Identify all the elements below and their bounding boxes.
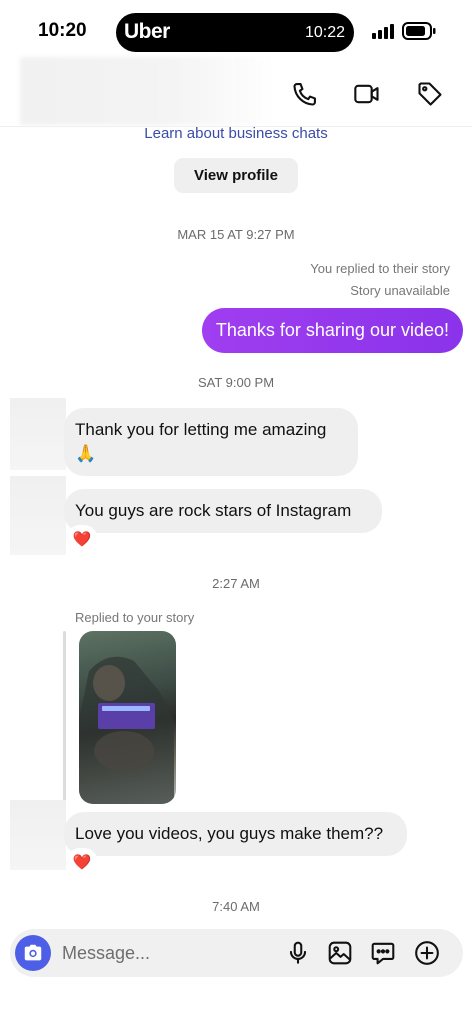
avatar[interactable]	[10, 398, 66, 470]
incoming-message-text: Thank you for letting me amazing	[75, 420, 327, 439]
tag-icon	[418, 82, 442, 106]
story-reply-indicator	[63, 631, 66, 806]
incoming-message[interactable]: Love you videos, you guys make them??	[64, 812, 407, 856]
camera-icon	[24, 944, 42, 961]
microphone-icon	[289, 941, 307, 964]
outgoing-message[interactable]: Thanks for sharing our video!	[201, 308, 463, 353]
gallery-button[interactable]	[326, 939, 354, 967]
label-button[interactable]	[415, 79, 445, 109]
heart-reaction[interactable]: ❤️	[68, 527, 96, 551]
incoming-message-text: You guys are rock stars of Instagram	[75, 501, 352, 520]
replied-to-story-note: Replied to your story	[75, 610, 195, 625]
voice-message-button[interactable]	[284, 939, 312, 967]
island-brand-logo: Uber	[124, 20, 170, 43]
heart-icon: ❤️	[72, 531, 92, 548]
timestamp: 7:40 AM	[212, 899, 260, 914]
timestamp: 2:27 AM	[212, 576, 260, 591]
video-call-button[interactable]	[352, 79, 382, 109]
story-unavailable-note: Story unavailable	[350, 283, 450, 298]
island-time: 10:22	[304, 24, 345, 41]
status-bar: 10:20 Uber 10:22	[0, 0, 472, 60]
incoming-message[interactable]: Thank you for letting me amazing 🙏	[64, 408, 358, 476]
incoming-message-text: Love you videos, you guys make them??	[75, 824, 384, 843]
story-caption-highlight	[102, 706, 150, 711]
sticker-icon	[371, 942, 395, 965]
status-time: 10:20	[38, 20, 87, 41]
sticker-button[interactable]	[369, 939, 397, 967]
camera-button[interactable]	[15, 935, 51, 971]
chat-header	[0, 55, 472, 127]
phone-icon	[293, 83, 316, 106]
avatar[interactable]	[10, 800, 66, 870]
more-options-button[interactable]	[413, 939, 441, 967]
dynamic-island[interactable]: Uber 10:22	[116, 13, 354, 52]
view-profile-button[interactable]: View profile	[174, 158, 298, 193]
battery-icon	[402, 22, 436, 40]
message-input[interactable]	[62, 941, 262, 965]
message-composer	[10, 929, 463, 977]
timestamp: SAT 9:00 PM	[197, 375, 275, 390]
heart-icon: ❤️	[72, 854, 92, 871]
call-button[interactable]	[290, 79, 320, 109]
contact-info-redacted[interactable]	[20, 57, 278, 125]
incoming-message[interactable]: You guys are rock stars of Instagram	[64, 489, 382, 533]
outgoing-message-text: Thanks for sharing our video!	[215, 320, 449, 340]
signal-icon	[372, 24, 394, 39]
story-reply-note: You replied to their story	[310, 261, 450, 276]
gallery-icon	[328, 941, 352, 965]
learn-business-chats-link[interactable]: Learn about business chats	[0, 125, 472, 142]
avatar[interactable]	[10, 476, 66, 555]
pray-emoji: 🙏	[75, 444, 97, 463]
plus-icon	[415, 941, 439, 965]
timestamp: MAR 15 AT 9:27 PM	[177, 227, 295, 242]
video-icon	[354, 84, 379, 104]
heart-reaction[interactable]: ❤️	[68, 850, 96, 874]
story-thumbnail[interactable]	[79, 631, 176, 804]
